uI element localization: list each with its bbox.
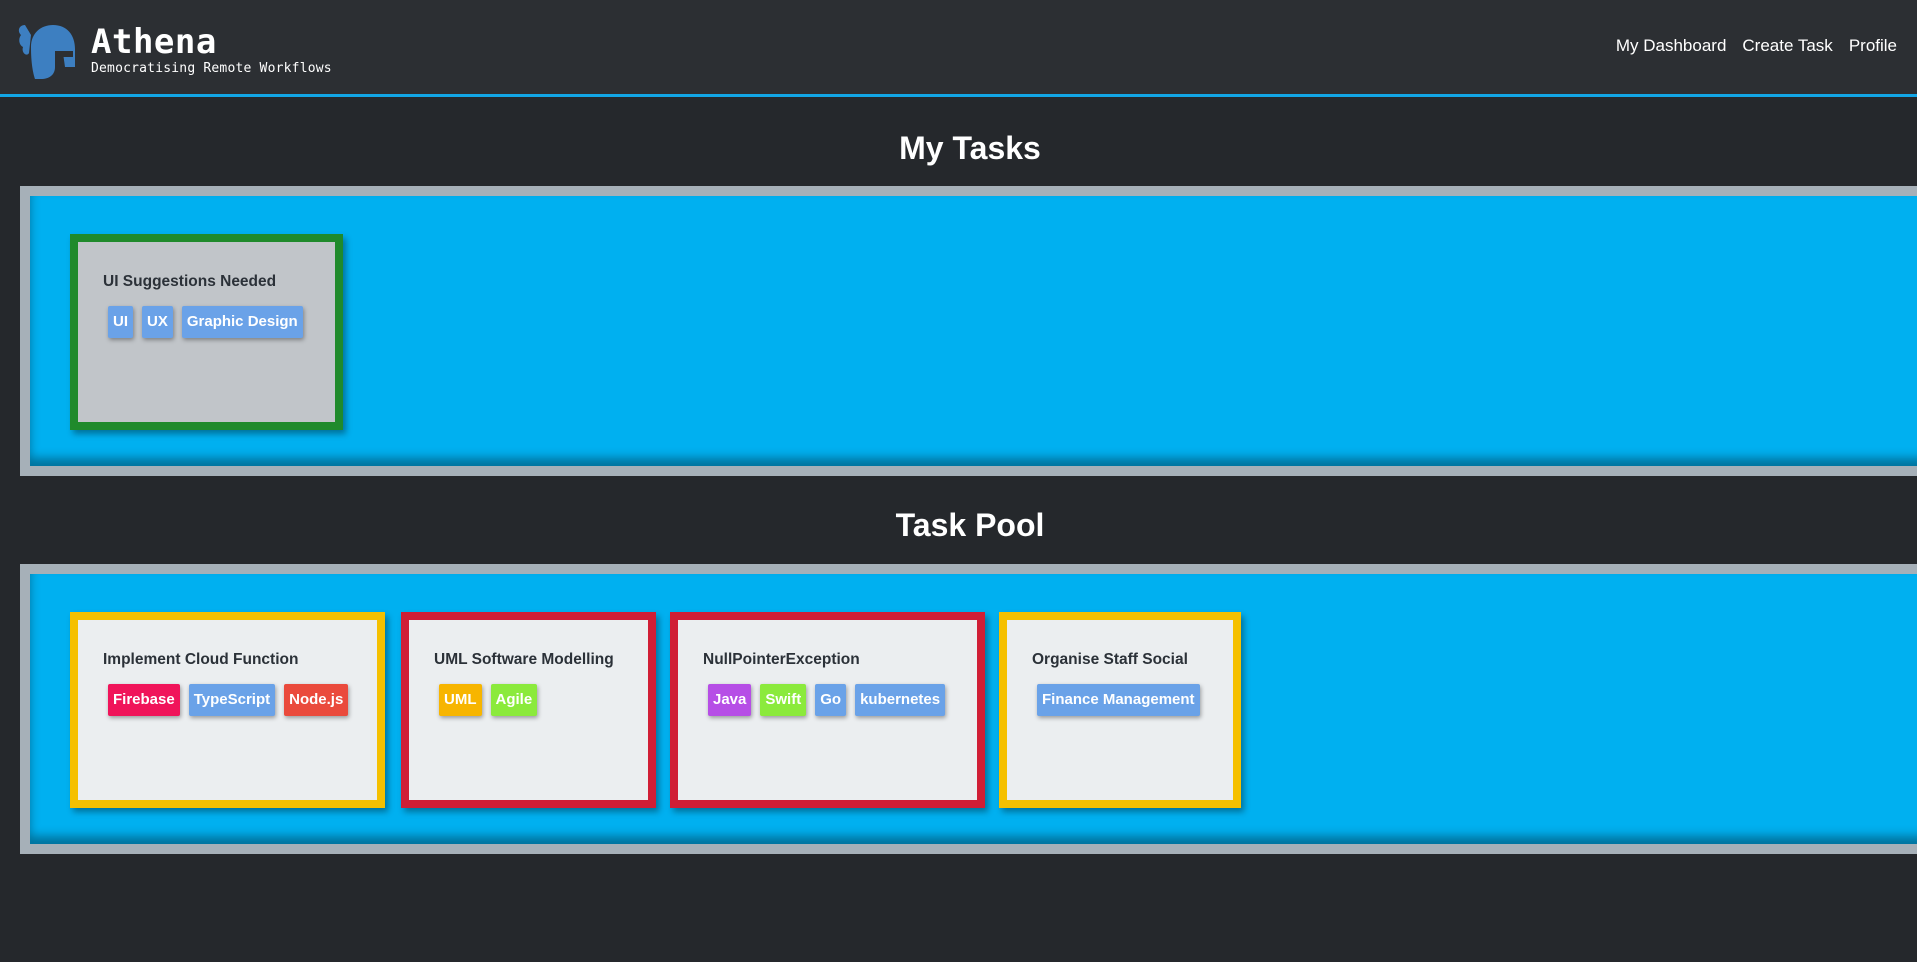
task-card[interactable]: Implement Cloud Function Firebase TypeScri… <box>70 612 385 808</box>
task-pool-board: Implement Cloud Function Firebase TypeScri… <box>20 564 1917 854</box>
task-card[interactable]: UML Software Modelling UML Agile <box>401 612 656 808</box>
tag-badge: Swift <box>760 684 807 716</box>
tag-badge: Java <box>708 684 752 716</box>
nav-profile[interactable]: Profile <box>1849 36 1897 56</box>
my-tasks-title: My Tasks <box>899 130 1041 166</box>
task-card-title: NullPointerException <box>703 651 860 668</box>
brand-subtitle: Democratising Remote Workflows <box>91 61 332 76</box>
tag-badge: kubernetes <box>855 684 946 716</box>
task-card-title: UI Suggestions Needed <box>103 273 277 290</box>
tag-badge: TypeScript <box>188 684 276 716</box>
tag-badge: Finance Management <box>1037 684 1200 716</box>
task-pool-title: Task Pool <box>895 507 1045 543</box>
task-card-tags: UML Agile <box>439 684 538 716</box>
task-card-tags: UI UX Graphic Design <box>108 306 303 338</box>
task-card[interactable]: NullPointerException Java Swift Go kubernete… <box>670 612 985 808</box>
tag-badge: UI <box>108 306 133 338</box>
task-card-title: Organise Staff Social <box>1032 651 1188 668</box>
tag-badge: UX <box>142 306 173 338</box>
nav-create-task[interactable]: Create Task <box>1742 36 1832 56</box>
tag-badge: UML <box>439 684 482 716</box>
nav-links: My Dashboard Create Task Profile <box>1616 36 1897 56</box>
tag-badge: Go <box>815 684 847 716</box>
task-card[interactable]: UI Suggestions Needed UI UX Graphic Design <box>70 234 343 430</box>
brand[interactable]: Athena Democratising Remote Workflows <box>15 17 332 83</box>
tag-badge: Graphic Design <box>181 306 303 338</box>
task-card-title: UML Software Modelling <box>434 651 614 668</box>
spartan-helmet-logo-icon <box>18 25 75 79</box>
navbar: Athena Democratising Remote Workflows My… <box>0 0 1917 97</box>
nav-my-dashboard[interactable]: My Dashboard <box>1616 36 1727 56</box>
task-card-tags: Finance Management <box>1037 684 1200 716</box>
tag-badge: Node.js <box>284 684 349 716</box>
task-card-tags: Java Swift Go kubernetes <box>708 684 946 716</box>
tag-badge: Agile <box>490 684 538 716</box>
task-card-tags: Firebase TypeScript Node.js <box>108 684 349 716</box>
my-tasks-board: UI Suggestions Needed UI UX Graphic Design <box>20 186 1917 476</box>
brand-title: Athena <box>91 22 217 62</box>
tag-badge: Firebase <box>108 684 180 716</box>
task-card[interactable]: Organise Staff Social Finance Management <box>999 612 1241 808</box>
task-card-title: Implement Cloud Function <box>103 651 299 668</box>
